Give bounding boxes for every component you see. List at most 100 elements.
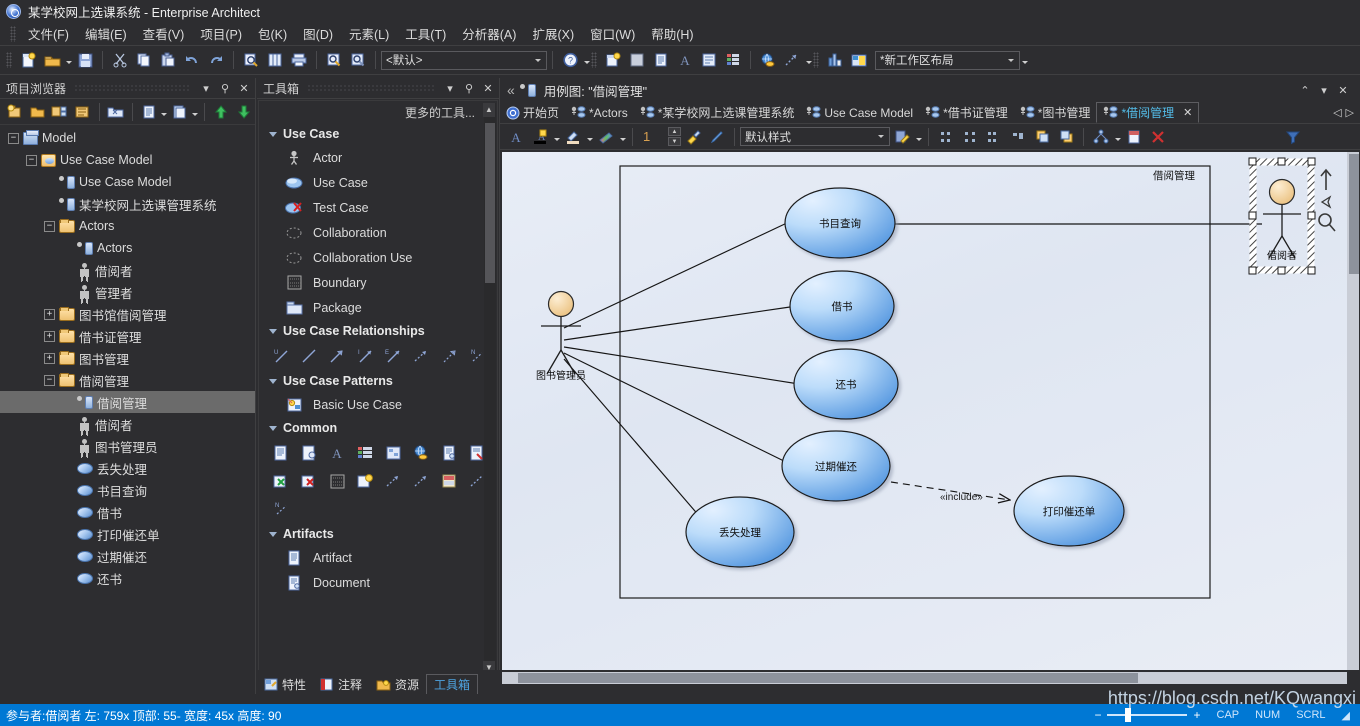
filter-icon[interactable] [1282,126,1304,148]
use-case-return[interactable]: 还书 [793,348,899,420]
gradient-dropdown[interactable] [618,126,627,148]
line-width-stepper[interactable]: ▲ ▼ [668,127,681,146]
menu-edit[interactable]: 编辑(E) [77,21,135,46]
paste-icon[interactable] [157,49,179,71]
new-diagram-icon[interactable] [72,101,92,123]
align-center-icon[interactable] [959,126,981,148]
redo-icon[interactable] [205,49,227,71]
toolbox-group-header[interactable]: Common [259,417,497,439]
use-case-loss[interactable]: 丢失处理 [685,496,795,568]
help-icon[interactable]: ? [559,49,581,71]
constraint-icon[interactable] [295,439,323,467]
zoom-track[interactable] [1107,708,1188,722]
use-case-diagram[interactable]: 借阅管理 «include» 书目查询 借书 还书 过期催还 丢失处理 打印催还… [502,152,1347,670]
legend-icon[interactable] [351,439,379,467]
toolbox-tab-2[interactable]: 资源 [369,674,426,694]
diagram-tab-3[interactable]: Use Case Model [800,102,919,123]
align-left-icon[interactable] [935,126,957,148]
tab-prev-icon[interactable]: ◁ [1333,106,1341,119]
tree-node[interactable]: Actors [0,237,255,259]
toolbox-item[interactable]: Collaboration [259,220,497,245]
gradient-icon[interactable] [595,126,617,148]
quick-link-toolbar[interactable] [1318,168,1336,232]
toolbox-bottom-tabs[interactable]: 特性 注释 资源 工具箱 [257,670,500,694]
document-icon[interactable] [650,49,672,71]
new-package-icon[interactable] [5,101,25,123]
horizontal-scroll-thumb[interactable] [518,673,1138,683]
toolbox-item[interactable]: Boundary [259,270,497,295]
toolbox-group-header[interactable]: Artifacts [259,523,497,545]
diagram-canvas[interactable]: 借阅管理 «include» 书目查询 借书 还书 过期催还 丢失处理 打印催还… [502,152,1347,670]
trace-icon[interactable] [407,467,435,495]
perspective-combo[interactable]: <默认> [381,50,547,70]
workspace-icon[interactable] [848,49,870,71]
menu-analyzer[interactable]: 分析器(A) [454,21,524,46]
menu-package[interactable]: 包(K) [250,21,295,46]
diagram-note-icon[interactable] [379,439,407,467]
toolbox-group-header[interactable]: Use Case Patterns [259,370,497,392]
resize-grip-icon[interactable]: ◢ [1342,709,1350,722]
toolbox-group-header[interactable]: Use Case [259,123,497,145]
menu-window[interactable]: 窗口(W) [582,21,643,46]
save-project-icon[interactable] [74,49,96,71]
web-icon[interactable] [757,49,779,71]
use-relationship-icon[interactable]: U [267,342,295,370]
new-project-icon[interactable] [17,49,39,71]
close-icon[interactable]: ✕ [1335,82,1351,98]
vertical-scroll-thumb[interactable] [1349,154,1359,274]
tree-expander-icon[interactable]: + [44,352,55,364]
find-in-project-icon[interactable] [240,49,262,71]
toolbox-tab-1[interactable]: 注释 [313,674,369,694]
trace-dropdown[interactable] [804,49,813,71]
menu-diagram[interactable]: 图(D) [295,21,341,46]
collapse-left-icon[interactable]: « [500,82,520,98]
toolbox-scrollbar[interactable]: ▲ ▼ [483,103,496,675]
tree-node[interactable]: 借阅管理 [0,391,255,413]
diagram-tab-6[interactable]: *借阅管理 ✕ [1096,102,1200,123]
copy-icon[interactable] [133,49,155,71]
model-views-icon[interactable] [264,49,286,71]
new-view-icon[interactable] [27,101,47,123]
tag-icon[interactable] [435,467,463,495]
style-combo[interactable]: 默认样式 [740,127,890,146]
change-icon[interactable] [295,467,323,495]
line-color-dropdown[interactable] [585,126,594,148]
actor-borrower[interactable]: 借阅者 [1248,157,1316,275]
new-element-icon[interactable] [50,101,70,123]
close-icon[interactable]: ✕ [1183,106,1192,119]
menu-help[interactable]: 帮助(H) [643,21,701,46]
tree-node[interactable]: 打印催还单 [0,523,255,545]
extend-icon[interactable]: E [379,342,407,370]
menu-project[interactable]: 项目(P) [192,21,250,46]
tree-expander-icon[interactable]: − [44,220,55,232]
tree-node[interactable]: − Model [0,127,255,149]
toolbox-item[interactable]: Test Case [259,195,497,220]
tree-node[interactable]: + 借书证管理 [0,325,255,347]
align-top-icon[interactable] [1007,126,1029,148]
font-icon[interactable]: A [674,49,696,71]
tree-node[interactable]: 丢失处理 [0,457,255,479]
tree-node[interactable]: 图书管理员 [0,435,255,457]
realize-icon[interactable] [435,342,463,370]
tree-node[interactable]: − 借阅管理 [0,369,255,391]
tree-expander-icon[interactable]: − [26,154,37,166]
boundary-icon[interactable] [323,467,351,495]
print-icon[interactable] [288,49,310,71]
menu-view[interactable]: 查看(V) [135,21,193,46]
tree-node[interactable]: − Use Case Model [0,149,255,171]
new-diagram-icon[interactable] [602,49,624,71]
tree-node[interactable]: − Actors [0,215,255,237]
model-search-icon[interactable] [106,101,126,123]
toolbox-group-header[interactable]: Use Case Relationships [259,320,497,342]
tree-node[interactable]: 书目查询 [0,479,255,501]
send-back-icon[interactable] [1055,126,1077,148]
toolbox-item[interactable]: Actor [259,145,497,170]
document-icon[interactable] [435,439,463,467]
toolbox-scroll-thumb[interactable] [485,123,495,283]
tree-node[interactable]: 借阅者 [0,413,255,435]
move-down-icon[interactable] [234,101,254,123]
diagram-tab-5[interactable]: *图书管理 [1014,102,1097,123]
tree-node[interactable]: 借阅者 [0,259,255,281]
diagram-tab-0[interactable]: 开始页 [500,102,565,123]
use-case-overdue[interactable]: 过期催还 [781,430,891,502]
